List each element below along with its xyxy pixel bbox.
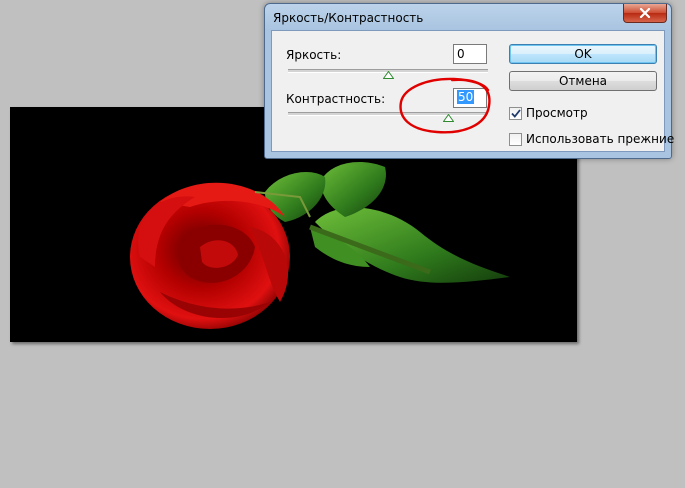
contrast-label: Контрастность:	[286, 92, 386, 106]
brightness-input[interactable]	[453, 44, 487, 64]
contrast-value: 50	[457, 90, 475, 104]
use-legacy-option[interactable]: Использовать прежние	[509, 132, 674, 146]
contrast-input[interactable]: 50	[453, 88, 487, 108]
preview-checkbox[interactable]	[509, 106, 522, 120]
contrast-slider[interactable]	[288, 112, 488, 122]
triangle-up-icon[interactable]	[382, 71, 394, 79]
brightness-slider[interactable]	[288, 69, 488, 79]
dialog-body: Яркость: Контрастность: 50 OK Отмена	[271, 30, 674, 152]
preview-option[interactable]: Просмотр	[509, 106, 588, 120]
preview-label: Просмотр	[526, 106, 588, 120]
close-icon	[639, 8, 651, 18]
dialog-title: Яркость/Контрастность	[273, 11, 424, 25]
use-legacy-checkbox[interactable]	[509, 132, 522, 146]
brightness-label: Яркость:	[286, 48, 342, 62]
dialog-titlebar[interactable]: Яркость/Контрастность	[265, 4, 671, 30]
triangle-up-icon[interactable]	[442, 114, 454, 122]
ok-button[interactable]: OK	[509, 44, 657, 64]
checkmark-icon	[510, 108, 521, 118]
cancel-button[interactable]: Отмена	[509, 71, 657, 91]
close-button[interactable]	[623, 4, 667, 23]
brightness-contrast-dialog: Яркость/Контрастность Яркость: Контрастн…	[264, 3, 674, 159]
use-legacy-label: Использовать прежние	[526, 132, 675, 146]
